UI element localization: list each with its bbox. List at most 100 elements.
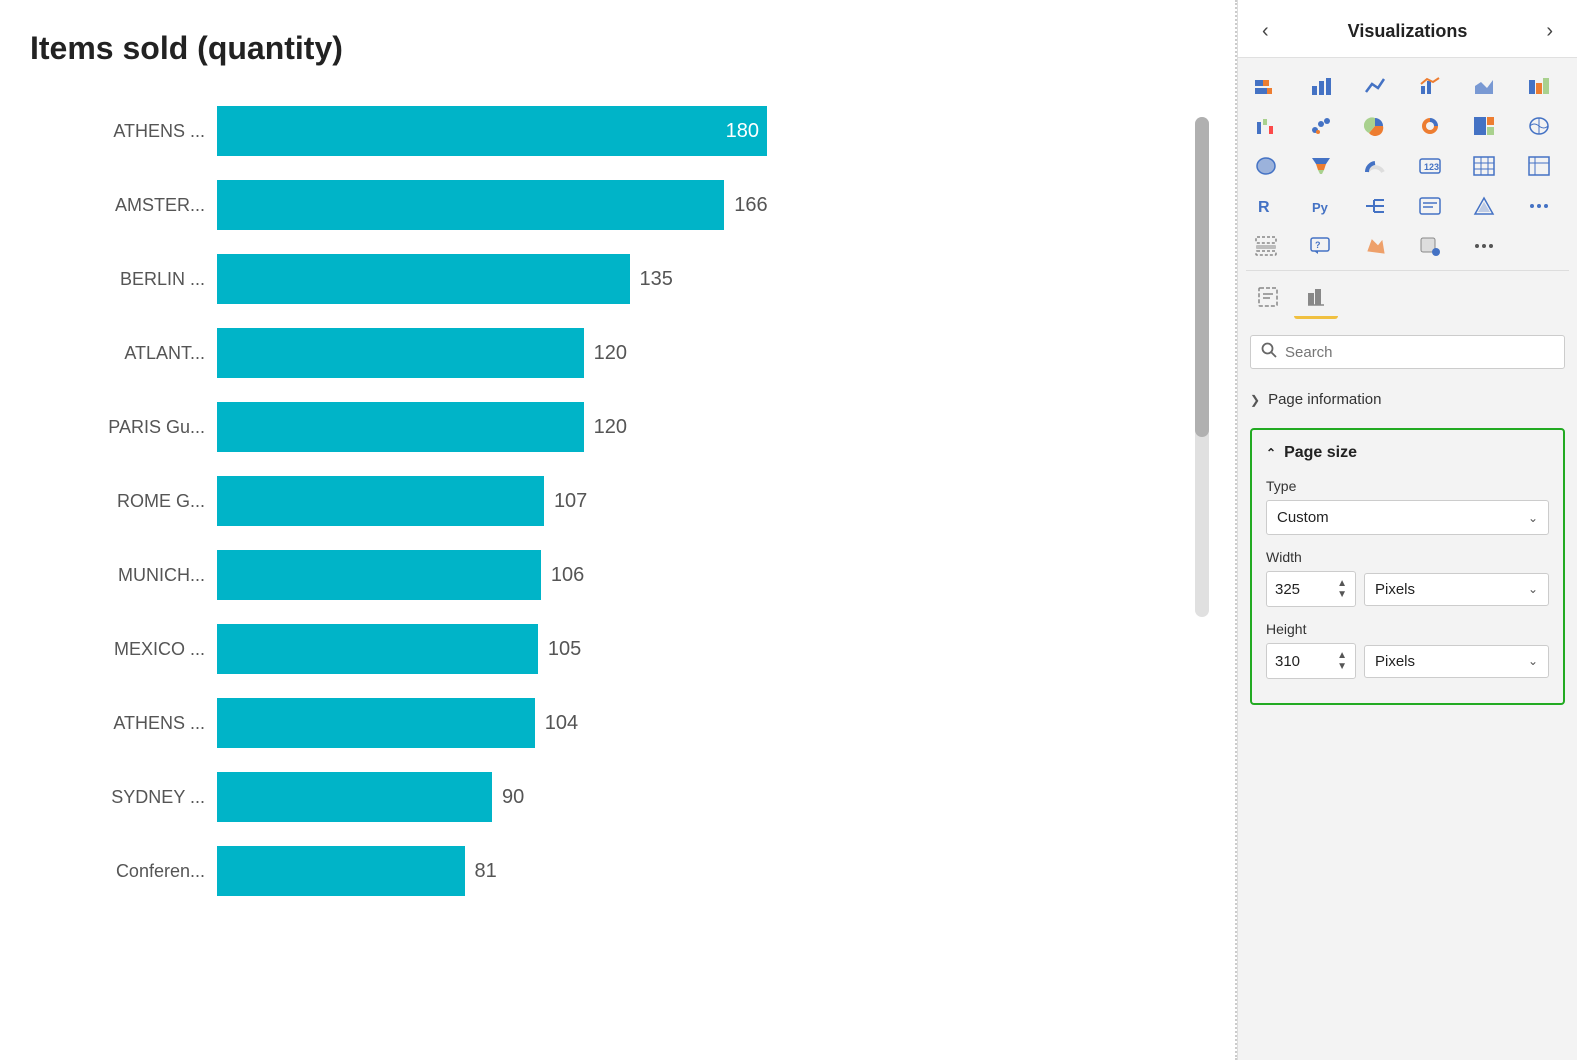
viz-icon-waterfall[interactable] xyxy=(1246,108,1286,144)
viz-icon-pie[interactable] xyxy=(1355,108,1395,144)
height-input[interactable]: 310 ▲ ▼ xyxy=(1266,643,1356,679)
bar xyxy=(217,624,538,674)
bar-value: 104 xyxy=(545,712,578,735)
height-label: Height xyxy=(1266,621,1549,637)
viz-icon-python[interactable]: Py xyxy=(1301,188,1341,224)
viz-icon-ribbon[interactable] xyxy=(1519,68,1559,104)
width-input[interactable]: 325 ▲ ▼ xyxy=(1266,571,1356,607)
viz-icon-qa[interactable]: ? xyxy=(1301,228,1341,264)
bar-row: ATHENS ...180 xyxy=(30,97,1185,165)
scrollbar-track[interactable] xyxy=(1195,117,1209,617)
bar-value: 90 xyxy=(502,786,524,809)
width-spinner[interactable]: ▲ ▼ xyxy=(1337,578,1347,600)
bar-row: AMSTER... 166 xyxy=(30,171,1185,239)
chart-panel: Items sold (quantity) ATHENS ...180AMSTE… xyxy=(0,0,1237,1060)
bar-container: 81 xyxy=(217,846,1185,896)
viz-icon-table[interactable] xyxy=(1464,148,1504,184)
page-information-header[interactable]: ❯ Page information xyxy=(1250,387,1565,412)
chart-content: ATHENS ...180 AMSTER... 166 BERLIN ...135 AT… xyxy=(30,97,1215,967)
bar: 180 xyxy=(217,106,767,156)
viz-icon-more[interactable] xyxy=(1519,188,1559,224)
format-tab-button[interactable] xyxy=(1294,275,1338,319)
viz-header: ‹ Visualizations › xyxy=(1238,0,1577,58)
bar-value: 120 xyxy=(594,342,627,365)
width-row: 325 ▲ ▼ Pixels ⌄ xyxy=(1266,571,1549,607)
bar-value: 166 xyxy=(734,194,767,217)
viz-icon-gauge[interactable] xyxy=(1355,148,1395,184)
bar-container: 105 xyxy=(217,624,1185,674)
viz-icon-treemap[interactable] xyxy=(1464,108,1504,144)
viz-icon-card[interactable]: 123 xyxy=(1410,148,1450,184)
viz-icon-stacked-bar[interactable] xyxy=(1246,68,1286,104)
viz-icon-donut[interactable] xyxy=(1410,108,1450,144)
bar-value: 105 xyxy=(548,638,581,661)
viz-icon-more2[interactable] xyxy=(1464,228,1504,264)
svg-text:Py: Py xyxy=(1312,200,1329,215)
height-down[interactable]: ▼ xyxy=(1337,661,1347,672)
height-row: 310 ▲ ▼ Pixels ⌄ xyxy=(1266,643,1549,679)
nav-next-button[interactable]: › xyxy=(1538,16,1561,47)
viz-icon-kpi[interactable] xyxy=(1464,188,1504,224)
page-information-arrow: ❯ xyxy=(1250,393,1260,407)
bar xyxy=(217,402,584,452)
viz-icon-map[interactable] xyxy=(1519,108,1559,144)
bar-row: MUNICH...106 xyxy=(30,541,1185,609)
bar-row: SYDNEY ... 90 xyxy=(30,763,1185,831)
width-unit-arrow: ⌄ xyxy=(1528,582,1538,596)
bar-container: 104 xyxy=(217,698,1185,748)
bar-row: ROME G...107 xyxy=(30,467,1185,535)
viz-icon-scatter[interactable] xyxy=(1301,108,1341,144)
type-dropdown[interactable]: Custom ⌄ xyxy=(1266,500,1549,535)
bar-label: AMSTER... xyxy=(30,195,205,216)
bar-label: ATLANT... xyxy=(30,343,205,364)
page-size-header[interactable]: ⌃ Page size xyxy=(1266,444,1549,462)
bar-label: SYDNEY ... xyxy=(30,787,205,808)
viz-icon-decomp-tree[interactable] xyxy=(1355,188,1395,224)
viz-icon-matrix[interactable] xyxy=(1519,148,1559,184)
viz-icon-combo-chart[interactable] xyxy=(1410,68,1450,104)
width-down[interactable]: ▼ xyxy=(1337,589,1347,600)
bar xyxy=(217,254,630,304)
search-box[interactable] xyxy=(1250,335,1565,369)
viz-icon-smart-narrative[interactable] xyxy=(1410,188,1450,224)
svg-text:R: R xyxy=(1258,199,1270,216)
viz-icon-funnel[interactable] xyxy=(1301,148,1341,184)
scrollbar-area[interactable] xyxy=(1195,97,1215,967)
bar-row: Conferen... 81 xyxy=(30,837,1185,905)
viz-icon-paint[interactable] xyxy=(1410,228,1450,264)
viz-icon-filled-map[interactable] xyxy=(1246,148,1286,184)
bar-row: BERLIN ...135 xyxy=(30,245,1185,313)
height-unit-dropdown[interactable]: Pixels ⌄ xyxy=(1364,645,1549,678)
viz-icon-shape-map[interactable] xyxy=(1355,228,1395,264)
viz-icon-slicer[interactable] xyxy=(1246,228,1286,264)
bars-area: ATHENS ...180 AMSTER... 166 BERLIN ...135 AT… xyxy=(30,97,1185,967)
viz-icon-line-chart[interactable] xyxy=(1355,68,1395,104)
search-input[interactable] xyxy=(1285,344,1554,361)
height-up[interactable]: ▲ xyxy=(1337,650,1347,661)
bar-value: 81 xyxy=(475,860,497,883)
visualizations-title: Visualizations xyxy=(1348,21,1468,42)
chart-title: Items sold (quantity) xyxy=(30,30,1215,67)
search-section xyxy=(1238,325,1577,379)
bar-label: MEXICO ... xyxy=(30,639,205,660)
fields-tab-button[interactable] xyxy=(1246,275,1290,319)
viz-icon-bar-chart[interactable] xyxy=(1301,68,1341,104)
bar-value: 135 xyxy=(640,268,673,291)
bar xyxy=(217,846,465,896)
bar xyxy=(217,476,544,526)
width-up[interactable]: ▲ xyxy=(1337,578,1347,589)
height-spinner[interactable]: ▲ ▼ xyxy=(1337,650,1347,672)
nav-prev-button[interactable]: ‹ xyxy=(1254,16,1277,47)
width-unit-dropdown[interactable]: Pixels ⌄ xyxy=(1364,573,1549,606)
bar-row: ATHENS ...104 xyxy=(30,689,1185,757)
page-information-accordion: ❯ Page information xyxy=(1238,379,1577,420)
bar xyxy=(217,328,584,378)
scrollbar-thumb[interactable] xyxy=(1195,117,1209,437)
bar-label: Conferen... xyxy=(30,861,205,882)
viz-icon-r-visual[interactable]: R xyxy=(1246,188,1286,224)
bar-container: 107 xyxy=(217,476,1185,526)
page-size-chevron: ⌃ xyxy=(1266,446,1276,460)
type-value: Custom xyxy=(1277,509,1329,526)
type-label: Type xyxy=(1266,478,1549,494)
viz-icon-stacked-area[interactable] xyxy=(1464,68,1504,104)
